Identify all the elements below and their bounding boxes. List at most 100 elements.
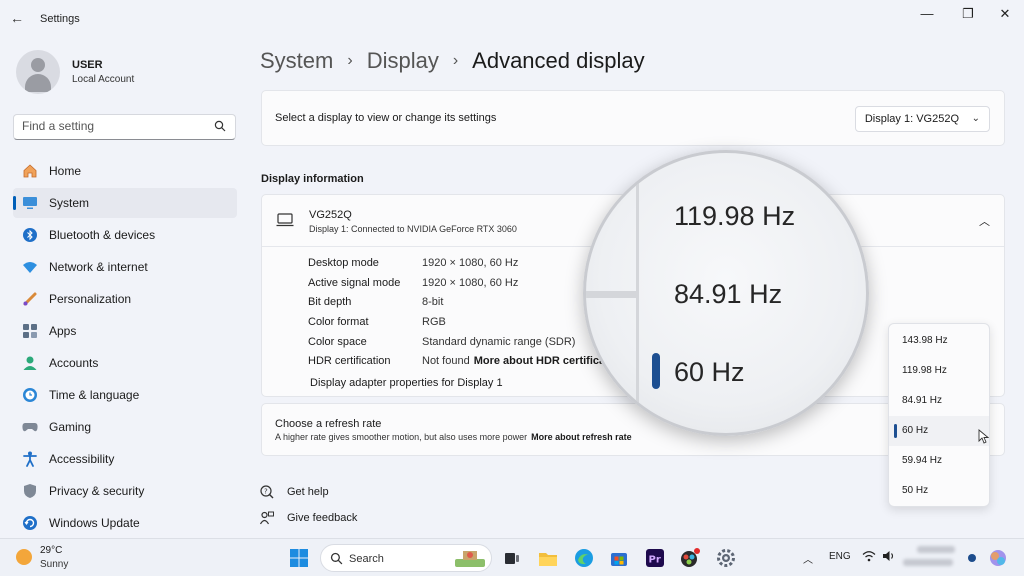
sidebar-item-home[interactable]: Home: [13, 156, 237, 186]
info-key: Color format: [308, 316, 369, 329]
edge-browser-icon[interactable]: [572, 546, 596, 570]
sidebar-item-label: Windows Update: [49, 516, 140, 530]
get-help-link[interactable]: ? Get help: [260, 483, 329, 501]
language-indicator[interactable]: ENG: [829, 551, 851, 562]
globe-clock-icon: [21, 386, 39, 404]
page-title: Advanced display: [472, 48, 645, 73]
copilot-icon[interactable]: [986, 546, 1010, 570]
start-icon[interactable]: [287, 546, 311, 570]
task-view-icon[interactable]: [500, 546, 524, 570]
taskbar-search-label: Search: [349, 553, 384, 565]
sidebar-item-label: Bluetooth & devices: [49, 228, 156, 242]
refresh-option[interactable]: 119.98 Hz: [889, 356, 989, 386]
volume-icon[interactable]: [882, 550, 896, 565]
search-highlight-icon: [455, 551, 485, 567]
sidebar-item-label: System: [49, 196, 90, 210]
refresh-rate-description: A higher rate gives smoother motion, but…: [275, 432, 632, 442]
refresh-option-selected[interactable]: 60 Hz: [889, 416, 989, 446]
refresh-option[interactable]: 50 Hz: [889, 476, 989, 506]
wifi-tray-icon[interactable]: [862, 550, 876, 565]
file-explorer-icon[interactable]: [536, 546, 560, 570]
brush-icon: [21, 290, 39, 308]
search-field[interactable]: [13, 114, 236, 140]
sidebar-item-windows-update[interactable]: Windows Update: [13, 508, 237, 538]
display-adapter-properties-link[interactable]: Display adapter properties for Display 1: [310, 377, 503, 389]
chevron-right-icon: ›: [452, 52, 459, 69]
info-value: Standard dynamic range (SDR): [422, 335, 576, 348]
info-row: Bit depth 8-bit: [308, 296, 605, 316]
chevron-down-icon: ⌄: [971, 113, 980, 124]
display-name: VG252Q: [309, 209, 352, 221]
breadcrumb-display[interactable]: Display: [367, 48, 439, 74]
refresh-rate-more-link[interactable]: More about refresh rate: [531, 432, 632, 442]
info-value: 8-bit: [422, 296, 444, 309]
system-icon: [21, 194, 39, 212]
sidebar-item-label: Time & language: [49, 388, 140, 402]
mouse-cursor-icon: [978, 429, 989, 444]
breadcrumb-system[interactable]: System: [260, 48, 333, 74]
sidebar-item-time-language[interactable]: Time & language: [13, 380, 237, 410]
monitor-icon: [276, 213, 294, 227]
sidebar-item-label: Privacy & security: [49, 484, 145, 498]
info-row: Active signal mode 1920 × 1080, 60 Hz: [308, 277, 605, 297]
sidebar-item-accounts[interactable]: Accounts: [13, 348, 237, 378]
settings-gear-icon[interactable]: [714, 546, 738, 570]
magnified-option: 119.98 Hz: [674, 201, 796, 231]
user-profile[interactable]: USER Local Account: [16, 50, 236, 96]
avatar: [16, 50, 60, 94]
sidebar-item-label: Gaming: [49, 420, 92, 434]
taskbar-search[interactable]: Search: [320, 544, 492, 572]
give-feedback-label: Give feedback: [287, 512, 358, 524]
display-select-dropdown[interactable]: Display 1: VG252Q ⌄: [854, 106, 990, 132]
search-icon: [214, 120, 226, 132]
taskbar-clock-blurred[interactable]: [903, 546, 955, 572]
sidebar-item-label: Home: [49, 164, 82, 178]
refresh-rate-title: Choose a refresh rate: [275, 418, 382, 430]
give-feedback-link[interactable]: Give feedback: [260, 509, 357, 527]
sidebar-item-network[interactable]: Network & internet: [13, 252, 237, 282]
davinci-resolve-icon[interactable]: [678, 546, 702, 570]
sidebar-item-apps[interactable]: Apps: [13, 316, 237, 346]
wifi-icon: [21, 258, 39, 276]
sidebar-item-personalization[interactable]: Personalization: [13, 284, 237, 314]
magnified-selection-marker: [652, 353, 660, 389]
refresh-option[interactable]: 59.94 Hz: [889, 446, 989, 476]
sidebar-item-accessibility[interactable]: Accessibility: [13, 444, 237, 474]
sidebar-item-bluetooth[interactable]: Bluetooth & devices: [13, 220, 237, 250]
display-select-value: Display 1: VG252Q: [864, 113, 959, 125]
info-key: Active signal mode: [308, 276, 401, 289]
display-connection: Display 1: Connected to NVIDIA GeForce R…: [309, 224, 517, 234]
weather-temperature: 29°C: [40, 545, 63, 556]
chevron-up-icon[interactable]: ︿: [803, 551, 813, 566]
sidebar-item-privacy[interactable]: Privacy & security: [13, 476, 237, 506]
select-display-label: Select a display to view or change its s…: [275, 112, 497, 124]
sidebar: USER Local Account Home System Bluetooth…: [0, 38, 250, 538]
apps-icon: [21, 322, 39, 340]
info-row: Color space Standard dynamic range (SDR): [308, 336, 605, 356]
close-button[interactable]: ✕: [990, 6, 1020, 22]
info-row: Desktop mode 1920 × 1080, 60 Hz: [308, 257, 605, 277]
accessibility-icon: [21, 450, 39, 468]
shield-icon: [21, 482, 39, 500]
sidebar-item-label: Accessibility: [49, 452, 115, 466]
refresh-option[interactable]: 84.91 Hz: [889, 386, 989, 416]
refresh-option[interactable]: 143.98 Hz: [889, 326, 989, 356]
sidebar-item-system[interactable]: System: [13, 188, 237, 218]
select-display-card: Select a display to view or change its s…: [261, 90, 1005, 146]
sidebar-item-label: Personalization: [49, 292, 132, 306]
minimize-button[interactable]: —: [912, 6, 942, 21]
back-arrow-icon[interactable]: ←: [10, 10, 24, 26]
sidebar-item-label: Accounts: [49, 356, 99, 370]
feedback-icon: [260, 511, 274, 525]
chevron-up-icon[interactable]: ︿: [979, 213, 990, 229]
hdr-certification-link[interactable]: More about HDR certifica: [474, 355, 605, 375]
premiere-pro-icon[interactable]: Pr: [643, 546, 667, 570]
store-icon[interactable]: [607, 546, 631, 570]
notification-dot-icon[interactable]: [960, 546, 984, 570]
home-icon: [21, 162, 39, 180]
restore-button[interactable]: ❐: [953, 6, 983, 22]
svg-text:Pr: Pr: [649, 555, 661, 566]
sidebar-item-gaming[interactable]: Gaming: [13, 412, 237, 442]
search-input[interactable]: [22, 115, 212, 137]
help-chat-icon: ?: [260, 485, 274, 499]
